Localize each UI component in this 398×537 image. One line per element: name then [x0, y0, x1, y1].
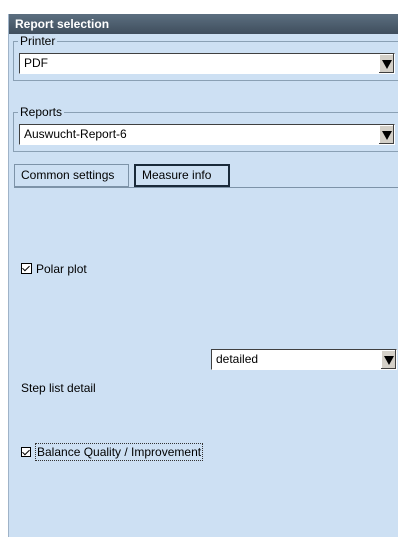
reports-group: Reports Auswucht-Report-6	[13, 105, 398, 152]
polar-plot-label: Polar plot	[36, 262, 87, 276]
balance-quality-checkbox[interactable]: Balance Quality / Improvement	[21, 443, 204, 461]
balance-quality-label: Balance Quality / Improvement	[35, 443, 204, 461]
reports-select-value: Auswucht-Report-6	[24, 127, 127, 141]
reports-select[interactable]: Auswucht-Report-6	[19, 124, 395, 145]
panel-title: Report selection	[9, 14, 398, 34]
step-list-detail-label: Step list detail	[21, 381, 96, 395]
report-selection-panel: Report selection Printer PDF Reports Aus…	[8, 14, 398, 537]
dropdown-arrow-icon[interactable]	[378, 54, 394, 73]
tab-divider	[14, 187, 398, 188]
printer-group-label: Printer	[18, 34, 58, 48]
printer-select-value: PDF	[24, 56, 48, 70]
polar-plot-checkbox[interactable]: Polar plot	[21, 262, 87, 277]
dropdown-arrow-icon[interactable]	[380, 350, 396, 369]
printer-select[interactable]: PDF	[19, 53, 395, 74]
tab-common-settings[interactable]: Common settings	[14, 164, 129, 187]
step-list-detail-value: detailed	[216, 352, 259, 366]
dropdown-arrow-icon[interactable]	[378, 125, 394, 144]
step-list-detail-select[interactable]: detailed	[211, 349, 397, 370]
tab-measure-info[interactable]: Measure info	[134, 164, 230, 187]
checkbox-checked-icon[interactable]	[21, 263, 32, 274]
printer-group: Printer PDF	[13, 34, 398, 81]
reports-group-label: Reports	[18, 105, 65, 119]
checkbox-checked-icon[interactable]	[21, 447, 31, 457]
